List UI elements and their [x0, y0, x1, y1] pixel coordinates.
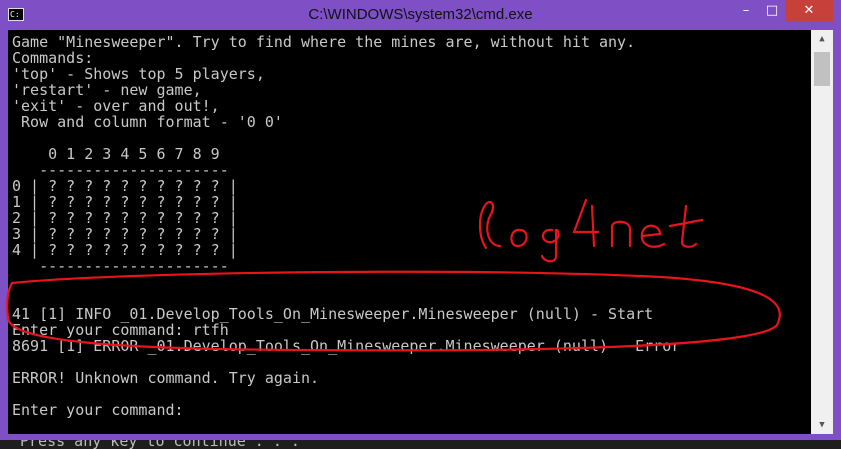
background-console: Press any key to continue . . . — [0, 440, 841, 449]
console-output[interactable]: Game "Minesweeper". Try to find where th… — [8, 30, 811, 434]
log-error-line: 8691 [1] ERROR _01.Develop_Tools_On_Mine… — [12, 337, 681, 355]
window-title: C:\WINDOWS\system32\cmd.exe — [308, 6, 533, 23]
minimize-button[interactable]: – — [733, 0, 759, 22]
maximize-button[interactable]: □ — [759, 0, 785, 22]
background-text: Press any key to continue . . . — [20, 440, 300, 449]
board-row: 4 | ? ? ? ? ? ? ? ? ? ? | — [12, 241, 238, 259]
console-lines: Game "Minesweeper". Try to find where th… — [12, 34, 680, 418]
scroll-thumb[interactable] — [814, 52, 830, 86]
console-line: 'exit' - over and out!, — [12, 97, 220, 115]
board-border: --------------------- — [12, 161, 229, 179]
scroll-down-icon[interactable]: ▼ — [811, 416, 833, 434]
console-line: Row and column format - '0 0' — [12, 113, 283, 131]
window-border — [833, 30, 841, 440]
close-button[interactable]: ✕ — [785, 0, 833, 22]
vertical-scrollbar[interactable]: ▲ ▼ — [811, 30, 833, 434]
console-line: Commands: — [12, 49, 94, 67]
error-message-line: ERROR! Unknown command. Try again. — [12, 369, 320, 387]
minimize-icon: – — [742, 3, 750, 18]
cmd-window: C: C:\WINDOWS\system32\cmd.exe – □ ✕ Gam… — [0, 0, 841, 440]
board-header: 0 1 2 3 4 5 6 7 8 9 — [12, 145, 220, 163]
board-row: 1 | ? ? ? ? ? ? ? ? ? ? | — [12, 193, 238, 211]
command-input-line: Enter your command: rtfh — [12, 321, 229, 339]
scroll-up-icon[interactable]: ▲ — [811, 30, 833, 48]
console-line: 'restart' - new game, — [12, 81, 202, 99]
log-info-line: 41 [1] INFO _01.Develop_Tools_On_Mineswe… — [12, 305, 654, 323]
maximize-icon: □ — [765, 3, 779, 18]
console-line: 'top' - Shows top 5 players, — [12, 65, 265, 83]
board-row: 3 | ? ? ? ? ? ? ? ? ? ? | — [12, 225, 238, 243]
command-prompt-line[interactable]: Enter your command: — [12, 402, 680, 418]
board-border: --------------------- — [12, 257, 229, 275]
title-bar[interactable]: C: C:\WINDOWS\system32\cmd.exe – □ ✕ — [0, 0, 841, 30]
close-icon: ✕ — [803, 3, 815, 18]
board-row: 2 | ? ? ? ? ? ? ? ? ? ? | — [12, 209, 238, 227]
console-line: Game "Minesweeper". Try to find where th… — [12, 33, 636, 51]
board-row: 0 | ? ? ? ? ? ? ? ? ? ? | — [12, 177, 238, 195]
